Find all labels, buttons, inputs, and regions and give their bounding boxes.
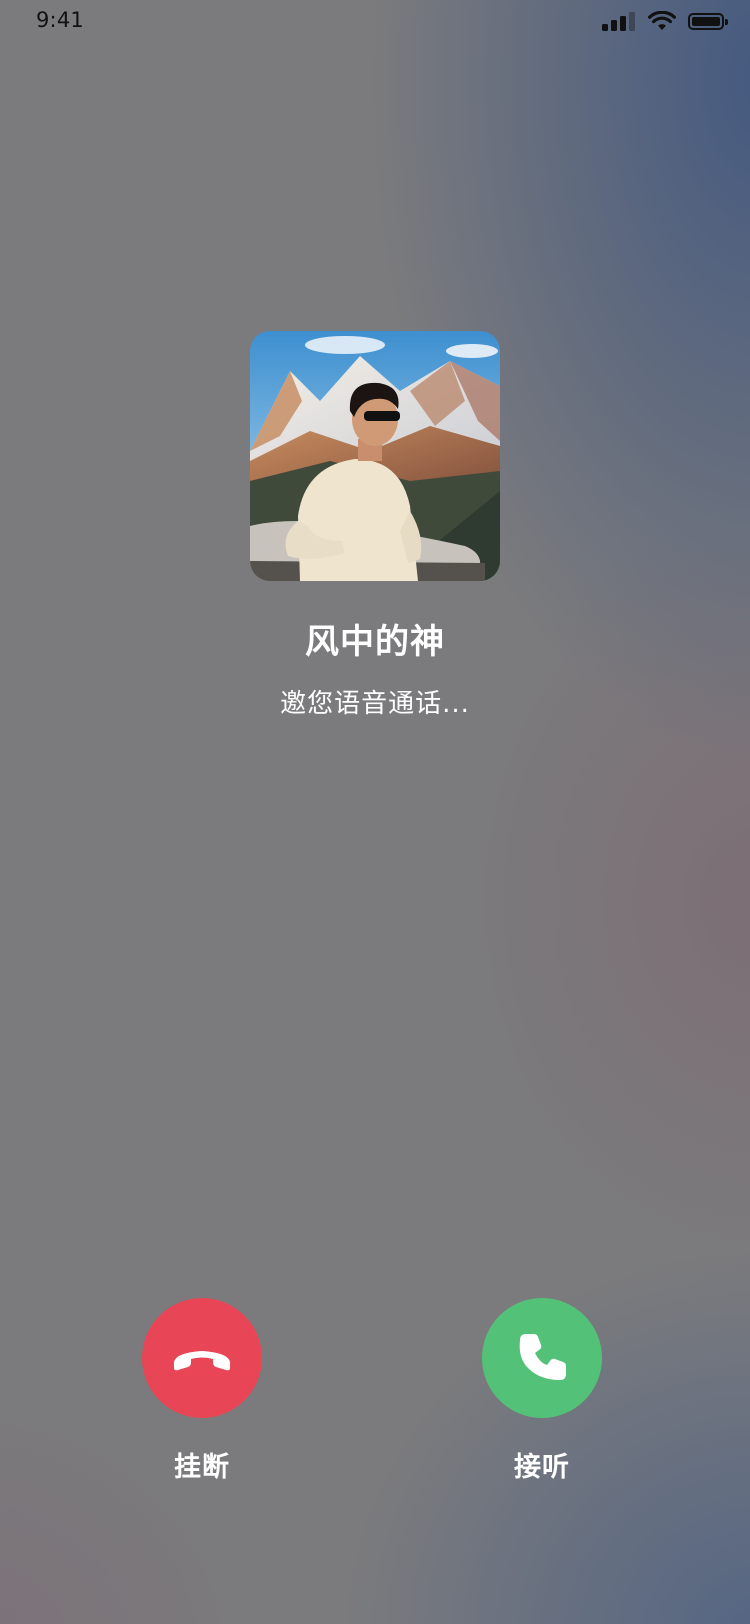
status-icons xyxy=(602,11,728,31)
battery-icon xyxy=(688,12,728,30)
wifi-icon xyxy=(648,11,676,30)
caller-avatar xyxy=(250,331,500,581)
accept-label: 接听 xyxy=(514,1452,570,1483)
status-bar: 9:41 xyxy=(0,0,750,44)
phone-hangup-icon xyxy=(173,1351,231,1371)
decline-label: 挂断 xyxy=(174,1452,230,1483)
call-status-text: 邀您语音通话... xyxy=(280,689,470,719)
caller-name: 风中的神 xyxy=(305,622,445,662)
decline-call: 挂断 xyxy=(142,1298,262,1484)
status-time: 9:41 xyxy=(36,8,84,32)
avatar-photo xyxy=(250,331,500,581)
accept-button[interactable] xyxy=(482,1298,602,1418)
decline-button[interactable] xyxy=(142,1298,262,1418)
phone-icon xyxy=(519,1334,566,1380)
accept-call: 接听 xyxy=(482,1298,602,1484)
cellular-signal-icon xyxy=(602,11,636,31)
